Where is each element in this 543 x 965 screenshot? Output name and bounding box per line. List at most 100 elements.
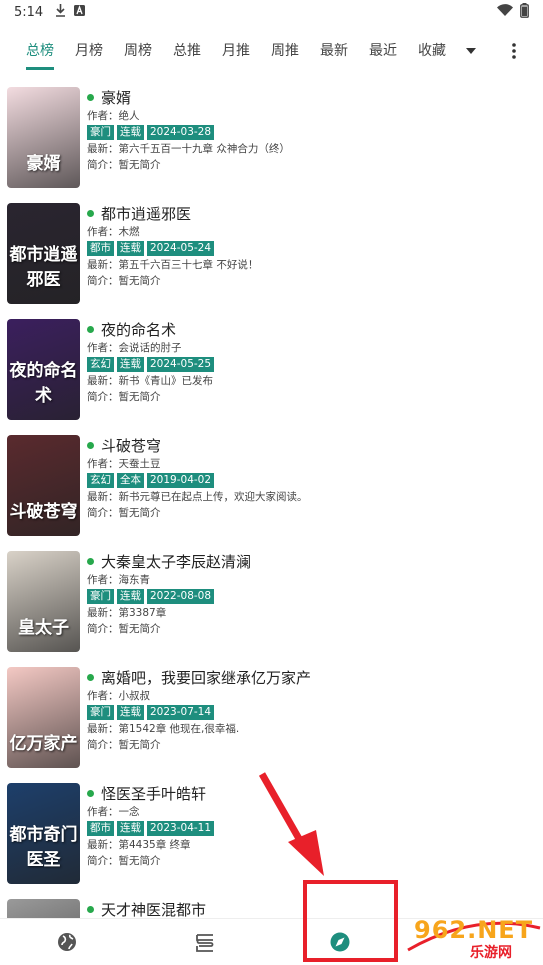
- book-intro: 简介：暂无简介: [87, 159, 161, 171]
- book-cover[interactable]: 豪婿: [7, 87, 80, 188]
- cover-title-text: 皇太子: [18, 618, 69, 638]
- book-tag: 连载: [117, 821, 144, 836]
- book-title-row: 斗破苍穹: [87, 434, 535, 456]
- bookshelf-icon[interactable]: [194, 932, 216, 954]
- book-item[interactable]: 夜的命名术 夜的命名术 作者：会说话的肘子 玄幻 连载 2024-05-25 最新：新书《青…: [0, 316, 543, 432]
- book-cover[interactable]: 斗破苍穹: [7, 435, 80, 536]
- book-latest-chapter: 最新：新书元尊已在起点上传，欢迎大家阅读。: [87, 491, 308, 503]
- book-tag: 都市: [87, 821, 114, 836]
- book-cover[interactable]: 夜的命名术: [7, 319, 80, 420]
- book-author: 作者：绝人: [87, 110, 140, 122]
- book-info: 都市逍遥邪医作者：木燃都市 连载 2024-05-24 最新：第五千六百三十七章 不好…: [87, 202, 535, 289]
- book-item[interactable]: 豪婿 豪婿 作者：绝人 豪门 连载 2024-03-28 最新：第六千五百一十九章 众神合力…: [0, 84, 543, 200]
- book-title: 怪医圣手叶皓轩: [101, 784, 207, 803]
- status-dot-icon: [87, 441, 94, 449]
- status-dot-icon: [87, 325, 94, 333]
- book-tag: 连载: [117, 241, 144, 256]
- book-title: 夜的命名术: [101, 320, 177, 339]
- red-arrow-annotation: [258, 772, 324, 876]
- tab-3[interactable]: 总推: [173, 26, 201, 76]
- book-title-row: 夜的命名术: [87, 318, 535, 340]
- tab-0[interactable]: 总榜: [26, 26, 54, 76]
- book-tag: 2023-07-14: [147, 705, 215, 720]
- book-latest-chapter: 最新：第1542章 他现在,很幸福.: [87, 723, 240, 735]
- book-title-row: 离婚吧，我要回家继承亿万家产: [87, 666, 535, 688]
- book-info: 夜的命名术 作者：会说话的肘子 玄幻 连载 2024-05-25 最新：新书《青山》已发布…: [87, 318, 535, 405]
- watermark-logo: 962.NET 乐游网: [404, 912, 542, 964]
- book-cover[interactable]: 都市逍遥邪医: [7, 203, 80, 304]
- status-dot-icon: [87, 93, 94, 101]
- status-bar: 5:14: [0, 0, 543, 24]
- book-cover[interactable]: 亿万家产: [7, 667, 80, 768]
- book-author: 作者：木燃: [87, 226, 140, 238]
- book-latest-chapter: 最新：第六千五百一十九章 众神合力（终）: [87, 143, 290, 155]
- book-intro: 简介：暂无简介: [87, 739, 161, 751]
- book-latest-chapter: 最新：第五千六百三十七章 不好说！: [87, 259, 259, 271]
- book-info: 离婚吧，我要回家继承亿万家产作者：小叔叔 豪门 连载 2023-07-14 最新：第15…: [87, 666, 535, 753]
- watermark-sub: 乐游网: [470, 945, 512, 961]
- tab-1[interactable]: 月榜: [75, 26, 103, 76]
- tab-8[interactable]: 收藏: [418, 26, 446, 76]
- book-tag: 全本: [117, 473, 144, 488]
- book-title: 离婚吧，我要回家继承亿万家产: [101, 668, 312, 687]
- book-item[interactable]: 亿万家产 离婚吧，我要回家继承亿万家产作者：小叔叔 豪门 连载 2023-07-14 最新…: [0, 664, 543, 780]
- book-tags: 玄幻 连载 2024-05-25: [87, 357, 535, 372]
- book-tag: 连载: [117, 125, 144, 140]
- tab-4[interactable]: 月推: [222, 26, 250, 76]
- tab-6[interactable]: 最新: [320, 26, 348, 76]
- book-intro: 简介：暂无简介: [87, 623, 161, 635]
- cover-title-text: 都市逍遥邪医: [9, 245, 78, 290]
- book-author: 作者：天蚕土豆: [87, 458, 161, 470]
- book-tag: 玄幻: [87, 357, 114, 372]
- ranking-tabs: 总榜 月榜 周榜 总推 月推 周推 最新 最近 收藏: [0, 26, 543, 76]
- book-tag: 连载: [117, 589, 144, 604]
- book-info: 豪婿作者：绝人豪门 连载 2024-03-28 最新：第六千五百一十九章 众神合力（终…: [87, 86, 535, 173]
- book-latest-chapter: 最新：第3387章: [87, 607, 167, 619]
- cover-title-text: 都市奇门医圣: [9, 825, 78, 870]
- book-tags: 都市 连载 2024-05-24: [87, 241, 535, 256]
- book-intro: 简介：暂无简介: [87, 391, 161, 403]
- book-tag: 豪门: [87, 589, 114, 604]
- book-tag: 连载: [117, 705, 144, 720]
- book-author: 作者：小叔叔: [87, 690, 150, 702]
- more-vert-icon[interactable]: [505, 26, 523, 76]
- cover-title-text: 夜的命名术: [9, 361, 78, 406]
- book-item[interactable]: 斗破苍穹 斗破苍穹 作者：天蚕土豆 玄幻 全本 2019-04-02 最新：新书元尊已在起点…: [0, 432, 543, 548]
- book-item[interactable]: 都市逍遥邪医 都市逍遥邪医 作者：木燃 都市 连载 2024-05-24 最新：第五千六百三…: [0, 200, 543, 316]
- status-dot-icon: [87, 209, 94, 217]
- tab-5[interactable]: 周推: [271, 26, 299, 76]
- book-info: 斗破苍穹作者：天蚕土豆玄幻 全本 2019-04-02 最新：新书元尊已在起点上传，欢…: [87, 434, 535, 521]
- cover-title-text: 斗破苍穹: [9, 502, 78, 522]
- book-cover[interactable]: 皇太子: [7, 551, 80, 652]
- wifi-icon: [497, 4, 513, 20]
- book-info: 大秦皇太子李辰赵清澜 作者：海东青 豪门 连载 2022-08-08 最新：第3387章简…: [87, 550, 535, 637]
- tab-2[interactable]: 周榜: [124, 26, 152, 76]
- book-author: 作者：海东青: [87, 574, 150, 586]
- cover-title-text: 豪婿: [26, 154, 61, 174]
- book-tags: 豪门 连载 2024-03-28: [87, 125, 535, 140]
- book-title-row: 豪婿: [87, 86, 535, 108]
- book-tag: 2022-08-08: [147, 589, 215, 604]
- book-tags: 玄幻 全本 2019-04-02: [87, 473, 535, 488]
- download-icon: [55, 3, 66, 21]
- book-title-row: 都市逍遥邪医: [87, 202, 535, 224]
- book-cover[interactable]: 都市奇门医圣: [7, 783, 80, 884]
- book-title: 天才神医混都市: [101, 900, 207, 919]
- book-tag: 2019-04-02: [147, 473, 215, 488]
- book-title: 斗破苍穹: [101, 436, 162, 455]
- triangle-down-icon[interactable]: [464, 26, 478, 76]
- book-tag: 2023-04-11: [147, 821, 215, 836]
- book-tag: 豪门: [87, 705, 114, 720]
- book-item[interactable]: 皇太子 大秦皇太子李辰赵清澜 作者：海东青 豪门 连载 2022-08-08 最新：第338…: [0, 548, 543, 664]
- notification-a-icon: [74, 4, 86, 20]
- status-dot-icon: [87, 557, 94, 565]
- status-dot-icon: [87, 905, 94, 913]
- book-title: 豪婿: [101, 88, 132, 107]
- book-tag: 2024-05-25: [147, 357, 215, 372]
- globe-icon[interactable]: [57, 932, 79, 954]
- book-tag: 豪门: [87, 125, 114, 140]
- tab-7[interactable]: 最近: [369, 26, 397, 76]
- highlight-box: [303, 880, 398, 962]
- book-tag: 2024-03-28: [147, 125, 215, 140]
- watermark-brand: 962.NET: [414, 916, 534, 944]
